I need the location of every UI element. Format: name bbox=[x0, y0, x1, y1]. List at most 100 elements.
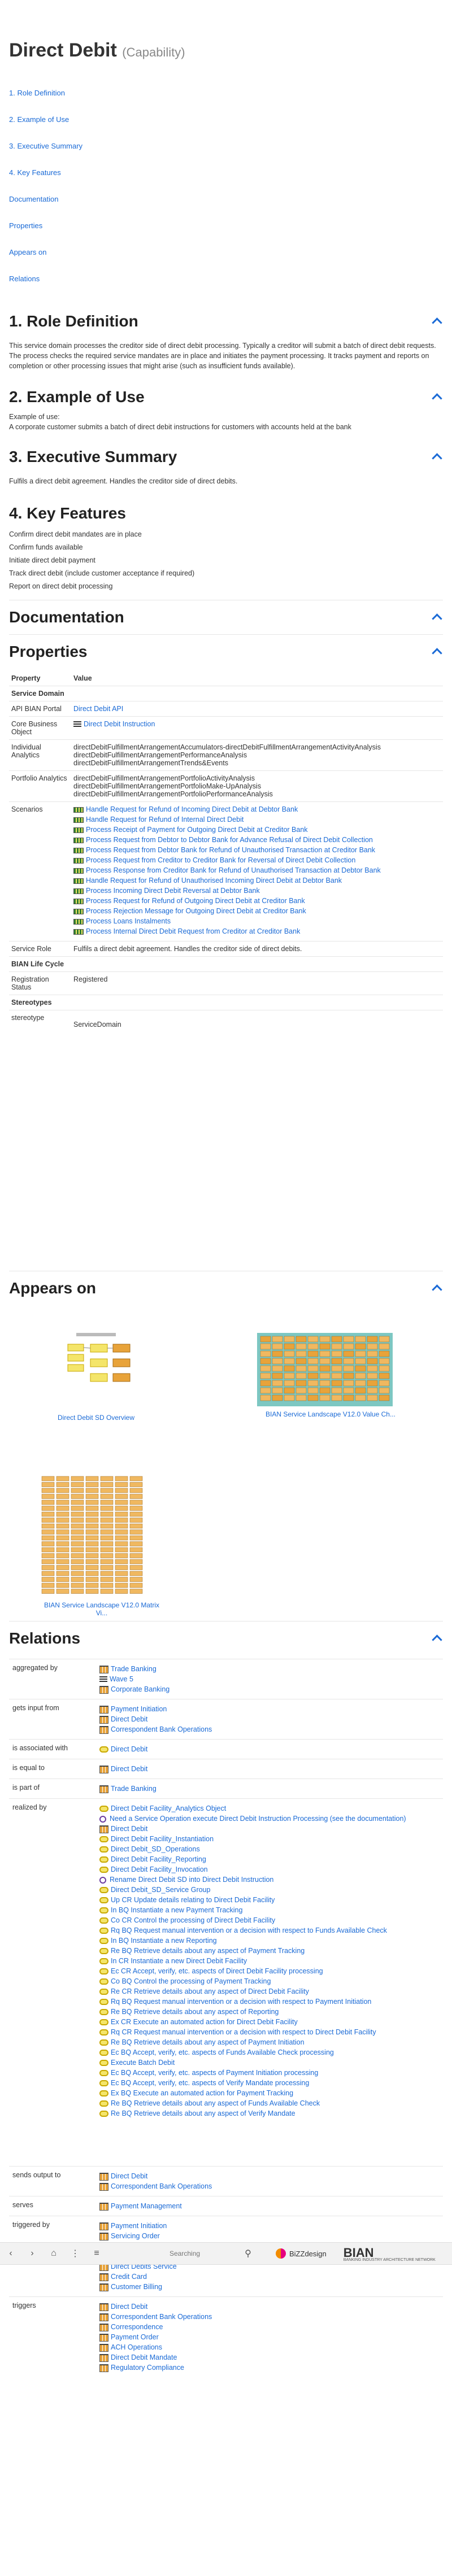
relation-link[interactable]: Direct Debit bbox=[111, 2172, 147, 2180]
capability-icon bbox=[99, 2100, 108, 2107]
collapse-chevron-icon[interactable] bbox=[432, 453, 443, 461]
relation-link[interactable]: Re BQ Retrieve details about any aspect … bbox=[111, 2038, 305, 2046]
relation-link[interactable]: Direct Debit Facility_Analytics Object bbox=[111, 1804, 226, 1812]
collapse-chevron-icon[interactable] bbox=[432, 1284, 443, 1292]
back-icon[interactable]: ‹ bbox=[0, 2248, 21, 2259]
forward-icon[interactable]: › bbox=[21, 2248, 43, 2259]
scenario-link[interactable]: Process Receipt of Payment for Outgoing … bbox=[86, 826, 308, 834]
toc-link-properties[interactable]: Properties bbox=[9, 221, 42, 230]
relation-link[interactable]: Re BQ Retrieve details about any aspect … bbox=[111, 2008, 279, 2016]
relation-link[interactable]: Need a Service Operation execute Direct … bbox=[110, 1815, 406, 1823]
view-thumbnail[interactable]: Direct Debit SD Overview bbox=[45, 1327, 147, 1422]
view-thumbnail[interactable]: BIAN Service Landscape V12.0 Matrix Vi..… bbox=[40, 1474, 164, 1617]
relation-link[interactable]: Correspondent Bank Operations bbox=[111, 2182, 212, 2190]
relation-link[interactable]: Payment Initiation bbox=[111, 2222, 167, 2230]
relation-link[interactable]: Direct Debit bbox=[111, 1825, 147, 1833]
relation-link[interactable]: Ec BQ Accept, verify, etc. aspects of Fu… bbox=[111, 2048, 334, 2056]
tree-icon[interactable]: ⋮ bbox=[64, 2248, 86, 2259]
relation-link[interactable]: Ec BQ Accept, verify, etc. aspects of Pa… bbox=[111, 2069, 318, 2077]
relation-link[interactable]: Ex BQ Execute an automated action for Pa… bbox=[111, 2089, 293, 2097]
collapse-chevron-icon[interactable] bbox=[432, 648, 443, 656]
relation-link[interactable]: Customer Billing bbox=[111, 2283, 162, 2291]
scenario-link[interactable]: Process Incoming Direct Debit Reversal a… bbox=[86, 887, 260, 895]
relation-link[interactable]: Correspondent Bank Operations bbox=[111, 1725, 212, 1733]
relation-link[interactable]: ACH Operations bbox=[111, 2343, 162, 2351]
scenario-link[interactable]: Process Rejection Message for Outgoing D… bbox=[86, 907, 306, 915]
relation-link[interactable]: Direct Debit Facility_Invocation bbox=[111, 1865, 208, 1873]
toc-link-appears-on[interactable]: Appears on bbox=[9, 248, 47, 256]
core-business-object-link[interactable]: Direct Debit Instruction bbox=[84, 720, 155, 728]
relation-link[interactable]: Re BQ Retrieve details about any aspect … bbox=[111, 2109, 295, 2117]
relation-link[interactable]: Rq BQ Request manual intervention or a d… bbox=[111, 1926, 387, 1934]
relation-link[interactable]: Direct Debit Mandate bbox=[111, 2353, 177, 2361]
toc-link-relations[interactable]: Relations bbox=[9, 274, 40, 283]
relation-link[interactable]: Direct Debit Facility_Instantiation bbox=[111, 1835, 214, 1843]
scenario-link[interactable]: Handle Request for Refund of Internal Di… bbox=[86, 816, 244, 823]
api-portal-link[interactable]: Direct Debit API bbox=[73, 705, 123, 713]
view-link[interactable]: Direct Debit SD Overview bbox=[58, 1414, 134, 1422]
toc-link-executive-summary[interactable]: 3. Executive Summary bbox=[9, 142, 82, 150]
relation-link[interactable]: Execute Batch Debit bbox=[111, 2059, 175, 2067]
relation-link[interactable]: Ex CR Execute an automated action for Di… bbox=[111, 2018, 298, 2026]
relation-link[interactable]: Direct Debit Facility_Reporting bbox=[111, 1855, 206, 1863]
relation-link[interactable]: Direct Debit_SD_Operations bbox=[111, 1845, 200, 1853]
relation-link[interactable]: Trade Banking bbox=[111, 1665, 157, 1673]
toc-link-example-of-use[interactable]: 2. Example of Use bbox=[9, 115, 69, 124]
relation-link[interactable]: Ec CR Accept, verify, etc. aspects of Di… bbox=[111, 1967, 323, 1975]
scenario-link[interactable]: Process Request from Creditor to Credito… bbox=[86, 856, 355, 864]
section-heading: Documentation bbox=[9, 608, 124, 626]
search-input[interactable] bbox=[169, 2247, 237, 2260]
toc-link-documentation[interactable]: Documentation bbox=[9, 195, 58, 203]
collapse-chevron-icon[interactable] bbox=[432, 1634, 443, 1642]
relation-link[interactable]: Payment Initiation bbox=[111, 1705, 167, 1713]
relation-link[interactable]: Up CR Update details relating to Direct … bbox=[111, 1896, 275, 1904]
relation-link[interactable]: Direct Debit bbox=[111, 2303, 147, 2311]
relation-link[interactable]: Corporate Banking bbox=[111, 1685, 169, 1693]
relation-link[interactable]: Trade Banking bbox=[111, 1785, 157, 1793]
relation-link[interactable]: Rq CR Request manual intervention or a d… bbox=[111, 2028, 376, 2036]
relation-link[interactable]: Correspondence bbox=[111, 2323, 163, 2331]
toc-link-role-definition[interactable]: 1. Role Definition bbox=[9, 89, 65, 97]
scenario-link[interactable]: Process Loans Instalments bbox=[86, 917, 171, 925]
service-domain-icon bbox=[99, 1825, 108, 1833]
relation-link[interactable]: In BQ Instantiate a new Payment Tracking bbox=[111, 1906, 242, 1914]
relation-link[interactable]: In CR Instantiate a new Direct Debit Fac… bbox=[111, 1957, 247, 1965]
scenario-link[interactable]: Process Internal Direct Debit Request fr… bbox=[86, 927, 300, 935]
relation-link[interactable]: Rq BQ Request manual intervention or a d… bbox=[111, 1998, 371, 2006]
collapse-chevron-icon[interactable] bbox=[432, 393, 443, 401]
relation-link[interactable]: Rename Direct Debit SD into Direct Debit… bbox=[110, 1876, 273, 1884]
relation-link[interactable]: Co BQ Control the processing of Payment … bbox=[111, 1977, 271, 1985]
scenario-link[interactable]: Process Request from Debtor Bank for Ref… bbox=[86, 846, 375, 854]
relation-link[interactable]: Direct Debit bbox=[111, 1715, 147, 1723]
relation-link[interactable]: Payment Management bbox=[111, 2202, 182, 2210]
relation-link[interactable]: Re BQ Retrieve details about any aspect … bbox=[111, 1947, 305, 1955]
collapse-chevron-icon[interactable] bbox=[432, 317, 443, 325]
relation-link[interactable]: Wave 5 bbox=[110, 1675, 133, 1683]
relation-link[interactable]: Direct Debit bbox=[111, 1745, 147, 1753]
relation-link[interactable]: Payment Order bbox=[111, 2333, 159, 2341]
relation-link[interactable]: Correspondent Bank Operations bbox=[111, 2313, 212, 2321]
scenario-link[interactable]: Process Request from Debtor to Debtor Ba… bbox=[86, 836, 373, 844]
relation-link[interactable]: Direct Debit_SD_Service Group bbox=[111, 1886, 210, 1894]
relation-link[interactable]: Direct Debit bbox=[111, 1765, 147, 1773]
collapse-chevron-icon[interactable] bbox=[432, 613, 443, 621]
relation-link[interactable]: Co CR Control the processing of Direct D… bbox=[111, 1916, 275, 1924]
scenario-link[interactable]: Process Request for Refund of Outgoing D… bbox=[86, 897, 305, 905]
scenario-link[interactable]: Process Response from Creditor Bank for … bbox=[86, 866, 381, 874]
list-icon[interactable]: ≡ bbox=[86, 2248, 107, 2259]
relation-link[interactable]: Re BQ Retrieve details about any aspect … bbox=[111, 2099, 320, 2107]
view-link[interactable]: BIAN Service Landscape V12.0 Matrix Vi..… bbox=[44, 1601, 159, 1617]
relation-link[interactable]: Servicing Order bbox=[111, 2232, 160, 2240]
scenario-link[interactable]: Handle Request for Refund of Incoming Di… bbox=[86, 805, 298, 813]
relation-link[interactable]: Credit Card bbox=[111, 2273, 147, 2281]
relation-link[interactable]: Re CR Retrieve details about any aspect … bbox=[111, 1987, 309, 1995]
search-icon[interactable]: ⚲ bbox=[237, 2248, 259, 2259]
relation-link[interactable]: Ec BQ Accept, verify, etc. aspects of Ve… bbox=[111, 2079, 309, 2087]
scenario-link[interactable]: Handle Request for Refund of Unauthorise… bbox=[86, 877, 342, 884]
view-thumbnail[interactable]: BIAN Service Landscape V12.0 Value Ch... bbox=[257, 1333, 404, 1418]
home-icon[interactable]: ⌂ bbox=[43, 2248, 64, 2259]
view-link[interactable]: BIAN Service Landscape V12.0 Value Ch... bbox=[266, 1410, 395, 1418]
relation-link[interactable]: In BQ Instantiate a new Reporting bbox=[111, 1937, 217, 1945]
relation-link[interactable]: Regulatory Compliance bbox=[111, 2364, 184, 2372]
toc-link-key-features[interactable]: 4. Key Features bbox=[9, 168, 61, 177]
